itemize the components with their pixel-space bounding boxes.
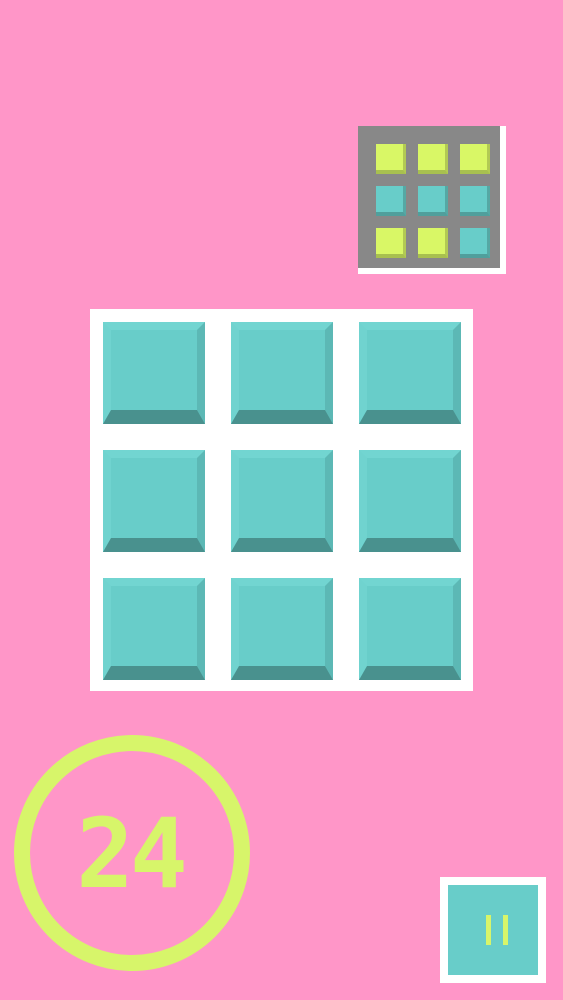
score-value: 24	[76, 798, 184, 910]
target-cell-lime	[376, 144, 406, 174]
game-screen: 24	[0, 0, 563, 1000]
target-cell-lime	[418, 228, 448, 258]
target-cell-lime	[418, 144, 448, 174]
board-tile[interactable]	[103, 450, 205, 552]
target-cell-teal	[460, 228, 490, 258]
pause-bar-left	[486, 915, 491, 945]
board-tile[interactable]	[359, 322, 461, 424]
pause-bar-right	[503, 915, 508, 945]
pause-button[interactable]	[440, 877, 546, 983]
board-tile[interactable]	[359, 578, 461, 680]
game-board	[90, 309, 473, 691]
board-tile[interactable]	[103, 578, 205, 680]
score-ring-graphic: 24	[14, 735, 250, 971]
board-tile[interactable]	[359, 450, 461, 552]
score-counter: 24	[12, 733, 252, 973]
board-tile[interactable]	[231, 322, 333, 424]
target-cell-teal	[460, 186, 490, 216]
target-cell-lime	[460, 144, 490, 174]
target-cell-teal	[418, 186, 448, 216]
target-cell-teal	[376, 186, 406, 216]
target-pattern-preview	[358, 126, 506, 274]
target-cell-lime	[376, 228, 406, 258]
board-tile[interactable]	[103, 322, 205, 424]
target-grid	[358, 126, 500, 268]
board-tile[interactable]	[231, 578, 333, 680]
board-tile[interactable]	[231, 450, 333, 552]
